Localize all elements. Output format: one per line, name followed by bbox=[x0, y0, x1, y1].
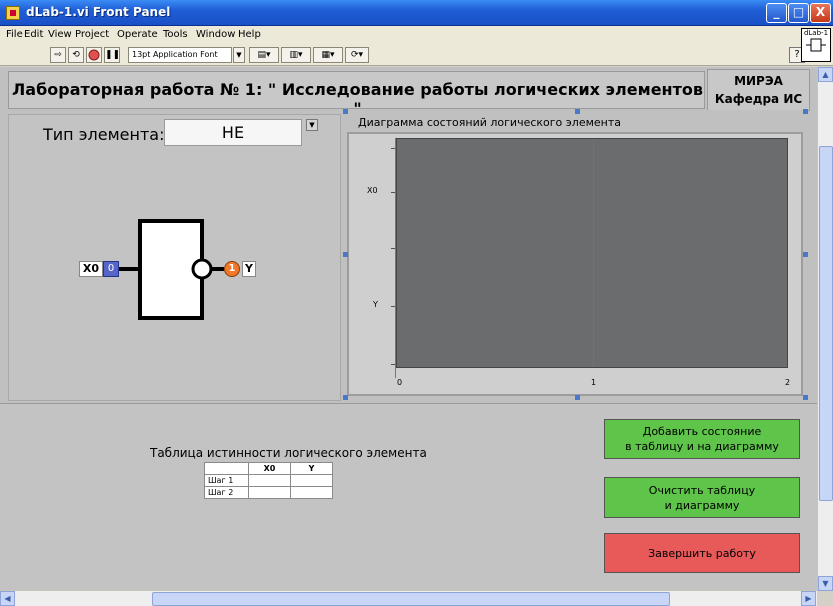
table-header-row: X0 Y bbox=[204, 462, 333, 475]
clear-label-1: Очистить таблицу bbox=[648, 483, 756, 497]
chart-plot-area[interactable] bbox=[396, 138, 788, 368]
scroll-left-icon[interactable]: ◀ bbox=[0, 591, 15, 606]
close-button[interactable]: X bbox=[810, 3, 831, 23]
finish-work-button[interactable]: Завершить работу bbox=[604, 533, 800, 573]
org-box: МИРЭА Кафедра ИС bbox=[707, 69, 810, 111]
x-tick-2: 2 bbox=[785, 378, 791, 387]
menu-bar: File Edit View Project Operate Tools Win… bbox=[0, 26, 833, 44]
vertical-scrollbar[interactable]: ▲ ▼ bbox=[817, 67, 833, 591]
table-header-x0: X0 bbox=[248, 462, 291, 475]
minimize-button[interactable]: _ bbox=[766, 3, 787, 23]
scroll-right-icon[interactable]: ▶ bbox=[801, 591, 816, 606]
add-state-label-2: в таблицу и на диаграмму bbox=[625, 440, 779, 453]
negation-bubble bbox=[191, 258, 213, 280]
state-diagram-panel: Диаграмма состояний логического элемента… bbox=[343, 109, 808, 400]
input-x0-toggle[interactable]: 0 bbox=[103, 261, 119, 277]
table-cell-y[interactable] bbox=[290, 474, 333, 487]
scroll-up-icon[interactable]: ▲ bbox=[818, 67, 833, 82]
scroll-down-icon[interactable]: ▼ bbox=[818, 576, 833, 591]
menu-help[interactable]: Help bbox=[238, 29, 261, 40]
front-panel: Лабораторная работа № 1: " Исследование … bbox=[0, 67, 817, 591]
window-titlebar: dLab-1.vi Front Panel _ □ X bbox=[0, 0, 833, 26]
vertical-scroll-thumb[interactable] bbox=[819, 146, 833, 501]
horizontal-scroll-thumb[interactable] bbox=[152, 592, 670, 606]
vi-icon-label: dLab-1 bbox=[803, 29, 829, 37]
font-dropdown-icon[interactable]: ▼ bbox=[233, 47, 245, 63]
horizontal-scrollbar[interactable]: ◀ ▶ bbox=[0, 590, 817, 606]
align-objects-icon[interactable]: ▤▾ bbox=[249, 47, 279, 63]
window-title: dLab-1.vi Front Panel bbox=[26, 5, 171, 19]
gate-panel: Тип элемента: НЕ ▼ X0 0 1 Y bbox=[8, 114, 341, 401]
distribute-objects-icon[interactable]: ▥▾ bbox=[281, 47, 311, 63]
menu-project[interactable]: Project bbox=[75, 29, 109, 40]
abort-icon[interactable] bbox=[86, 47, 102, 63]
toolbar: ⇨ ⟲ ❚❚ 13pt Application Font ▼ ▤▾ ▥▾ ▦▾ … bbox=[0, 44, 833, 66]
labview-vi-icon bbox=[6, 6, 20, 20]
table-corner-cell bbox=[204, 462, 249, 475]
menu-tools[interactable]: Tools bbox=[163, 29, 188, 40]
menu-operate[interactable]: Operate bbox=[117, 29, 158, 40]
clear-table-button[interactable]: Очистить таблицу и диаграмму bbox=[604, 477, 800, 518]
table-header-y: Y bbox=[290, 462, 333, 475]
resize-objects-icon[interactable]: ▦▾ bbox=[313, 47, 343, 63]
font-select[interactable]: 13pt Application Font bbox=[128, 47, 232, 63]
gate-diagram bbox=[119, 219, 224, 320]
add-state-button[interactable]: Добавить состояние в таблицу и на диагра… bbox=[604, 419, 800, 459]
chart-title: Диаграмма состояний логического элемента bbox=[358, 116, 622, 129]
input-x0-label: X0 bbox=[79, 261, 103, 277]
table-row-label: Шаг 1 bbox=[204, 474, 249, 487]
controls-panel: Таблица истинности логического элемента … bbox=[0, 403, 817, 591]
org-name: МИРЭА bbox=[734, 74, 783, 88]
menu-file[interactable]: File bbox=[6, 29, 23, 40]
run-continuously-icon[interactable]: ⟲ bbox=[68, 47, 84, 63]
table-cell-x0[interactable] bbox=[248, 474, 291, 487]
x-tick-1: 1 bbox=[591, 378, 597, 387]
truth-table[interactable]: X0 Y Шаг 1 Шаг 2 bbox=[204, 462, 333, 499]
chart-cursor-line bbox=[593, 139, 594, 367]
table-row: Шаг 1 bbox=[204, 474, 333, 487]
clear-label-2: и диаграмму bbox=[664, 498, 740, 512]
table-row-label: Шаг 2 bbox=[204, 486, 249, 499]
table-cell-y[interactable] bbox=[290, 486, 333, 499]
y-tick-y: Y bbox=[373, 300, 378, 309]
run-arrow-icon[interactable]: ⇨ bbox=[50, 47, 66, 63]
truth-table-title: Таблица истинности логического элемента bbox=[150, 446, 427, 460]
maximize-button[interactable]: □ bbox=[788, 3, 809, 23]
pause-icon[interactable]: ❚❚ bbox=[104, 47, 120, 63]
output-y-label: Y bbox=[242, 261, 256, 277]
header-box: Лабораторная работа № 1: " Исследование … bbox=[8, 71, 705, 118]
table-row: Шаг 2 bbox=[204, 486, 333, 499]
reorder-icon[interactable]: ⟳▾ bbox=[345, 47, 369, 63]
menu-window[interactable]: Window bbox=[196, 29, 235, 40]
output-y-led: 1 bbox=[224, 261, 240, 277]
add-state-label-1: Добавить состояние bbox=[642, 425, 762, 438]
department-name: Кафедра ИС bbox=[714, 92, 803, 106]
table-cell-x0[interactable] bbox=[248, 486, 291, 499]
x-tick-0: 0 bbox=[397, 378, 403, 387]
y-tick-x0: X0 bbox=[367, 186, 378, 195]
menu-edit[interactable]: Edit bbox=[24, 29, 43, 40]
menu-view[interactable]: View bbox=[48, 29, 72, 40]
vi-connector-icon: dLab-1 bbox=[801, 28, 831, 62]
